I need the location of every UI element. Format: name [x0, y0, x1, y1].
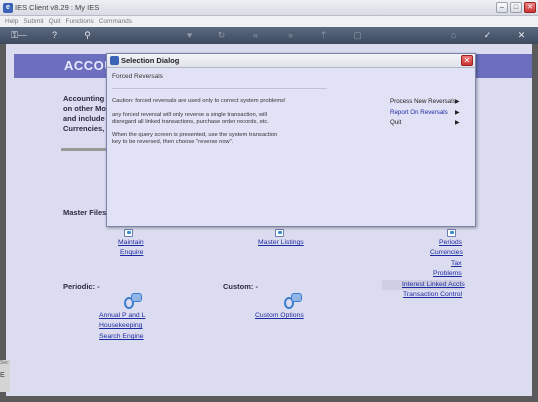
menu-quit[interactable]: Quit	[49, 16, 61, 27]
side-strip: Sec E	[0, 360, 10, 392]
document-icon[interactable]	[122, 228, 136, 238]
link-problems[interactable]: Problems	[433, 270, 462, 277]
menu-process-new-reversals[interactable]: Process New Reversals	[390, 98, 456, 105]
dialog-subtitle: Forced Reversals	[112, 73, 163, 80]
heart-icon[interactable]: ♥	[184, 30, 195, 41]
maximize-button[interactable]: □	[510, 2, 522, 13]
window-titlebar: e IES Client v8.29 : My IES – □ ✕	[0, 0, 538, 16]
dialog-paragraph-line: When the query screen is presented, use …	[112, 132, 278, 138]
link-search-engine[interactable]: Search Engine	[99, 333, 144, 340]
link-custom-options[interactable]: Custom Options	[255, 312, 304, 319]
link-periods[interactable]: Periods	[439, 239, 462, 246]
dialog-paragraph-line: key to be reversed, then choose "reverse…	[112, 139, 234, 145]
toolbar: ⚿━ ? ⚲ ♥ ↻ « » ⇡ ▢ ⌂ ✓ ✕	[0, 27, 538, 44]
app-icon: e	[3, 3, 13, 13]
selection-dialog: Selection Dialog ✕ Forced Reversals Caut…	[106, 53, 476, 227]
dialog-paragraph-line: disregard all linked transactions, purch…	[112, 119, 269, 125]
help-icon[interactable]: ?	[49, 30, 60, 41]
menubar: Help Submit Quit Functions Commands	[0, 16, 538, 27]
side-strip-text: Sec	[0, 360, 9, 366]
link-transaction-control[interactable]: Transaction Control	[403, 291, 462, 298]
dialog-caution: Caution: forced reversals are used only …	[112, 98, 286, 104]
stop-icon[interactable]: ▢	[352, 30, 363, 41]
close-window-button[interactable]: ✕	[524, 2, 536, 13]
menu-functions[interactable]: Functions	[66, 16, 94, 27]
search-icon[interactable]: ⚲	[82, 30, 93, 41]
master-files-label: Master Files:	[63, 208, 109, 217]
forward-icon[interactable]: »	[285, 30, 296, 41]
submenu-arrow-icon: ▶	[455, 99, 460, 105]
document-icon[interactable]	[445, 228, 459, 238]
menu-help[interactable]: Help	[5, 16, 18, 27]
cancel-icon[interactable]: ✕	[516, 30, 527, 41]
menu-submit[interactable]: Submit	[23, 16, 43, 27]
refresh-icon[interactable]: ↻	[216, 30, 227, 41]
window-title: IES Client v8.29 : My IES	[15, 3, 100, 12]
ok-icon[interactable]: ✓	[482, 30, 493, 41]
up-icon[interactable]: ⇡	[318, 30, 329, 41]
document-icon[interactable]	[273, 228, 287, 238]
link-annual-p-and-l[interactable]: Annual P and L	[99, 312, 145, 319]
submenu-arrow-icon: ▶	[455, 110, 460, 116]
custom-label: Custom: -	[223, 282, 258, 291]
periodic-label: Periodic: -	[63, 282, 100, 291]
divider	[61, 148, 111, 151]
back-icon[interactable]: «	[250, 30, 261, 41]
menu-report-on-reversals[interactable]: Report On Reversals	[390, 109, 448, 116]
periodic-options-icon[interactable]	[122, 292, 144, 312]
custom-options-icon[interactable]	[282, 292, 304, 312]
link-interest-linked-accts[interactable]: Interest Linked Accts	[402, 281, 465, 288]
dialog-titlebar: Selection Dialog ✕	[107, 54, 475, 68]
menu-commands[interactable]: Commands	[99, 16, 132, 27]
key-icon[interactable]: ⚿━	[8, 30, 30, 41]
dialog-title: Selection Dialog	[121, 56, 180, 65]
dialog-app-icon	[110, 56, 119, 65]
home-icon[interactable]: ⌂	[448, 30, 459, 41]
dialog-divider	[112, 88, 327, 89]
link-currencies[interactable]: Currencies	[430, 249, 463, 256]
link-master-listings[interactable]: Master Listings	[258, 239, 304, 246]
side-strip-text: E	[0, 372, 5, 379]
link-maintain[interactable]: Maintain	[118, 239, 144, 246]
dialog-close-button[interactable]: ✕	[461, 55, 473, 66]
minimize-button[interactable]: –	[496, 2, 508, 13]
submenu-arrow-icon: ▶	[455, 120, 460, 126]
link-tax[interactable]: Tax	[451, 260, 462, 267]
dialog-paragraph-line: any forced reversal will only reverse a …	[112, 112, 267, 118]
link-enquire[interactable]: Enquire	[120, 249, 143, 256]
menu-quit[interactable]: Quit	[390, 119, 401, 126]
link-housekeeping[interactable]: Housekeeping	[99, 322, 142, 329]
